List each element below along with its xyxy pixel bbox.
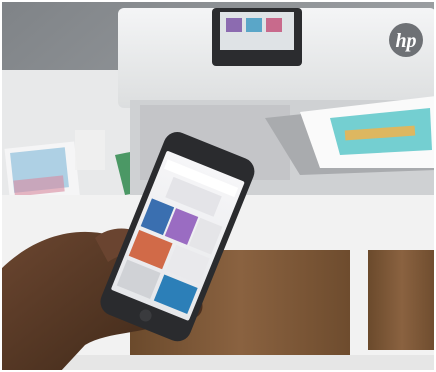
photo-illustration: hp bbox=[0, 0, 436, 372]
photo-scene: hp bbox=[0, 0, 436, 372]
hp-logo-text: hp bbox=[395, 30, 416, 52]
cabinet-drawer-right bbox=[368, 250, 436, 350]
